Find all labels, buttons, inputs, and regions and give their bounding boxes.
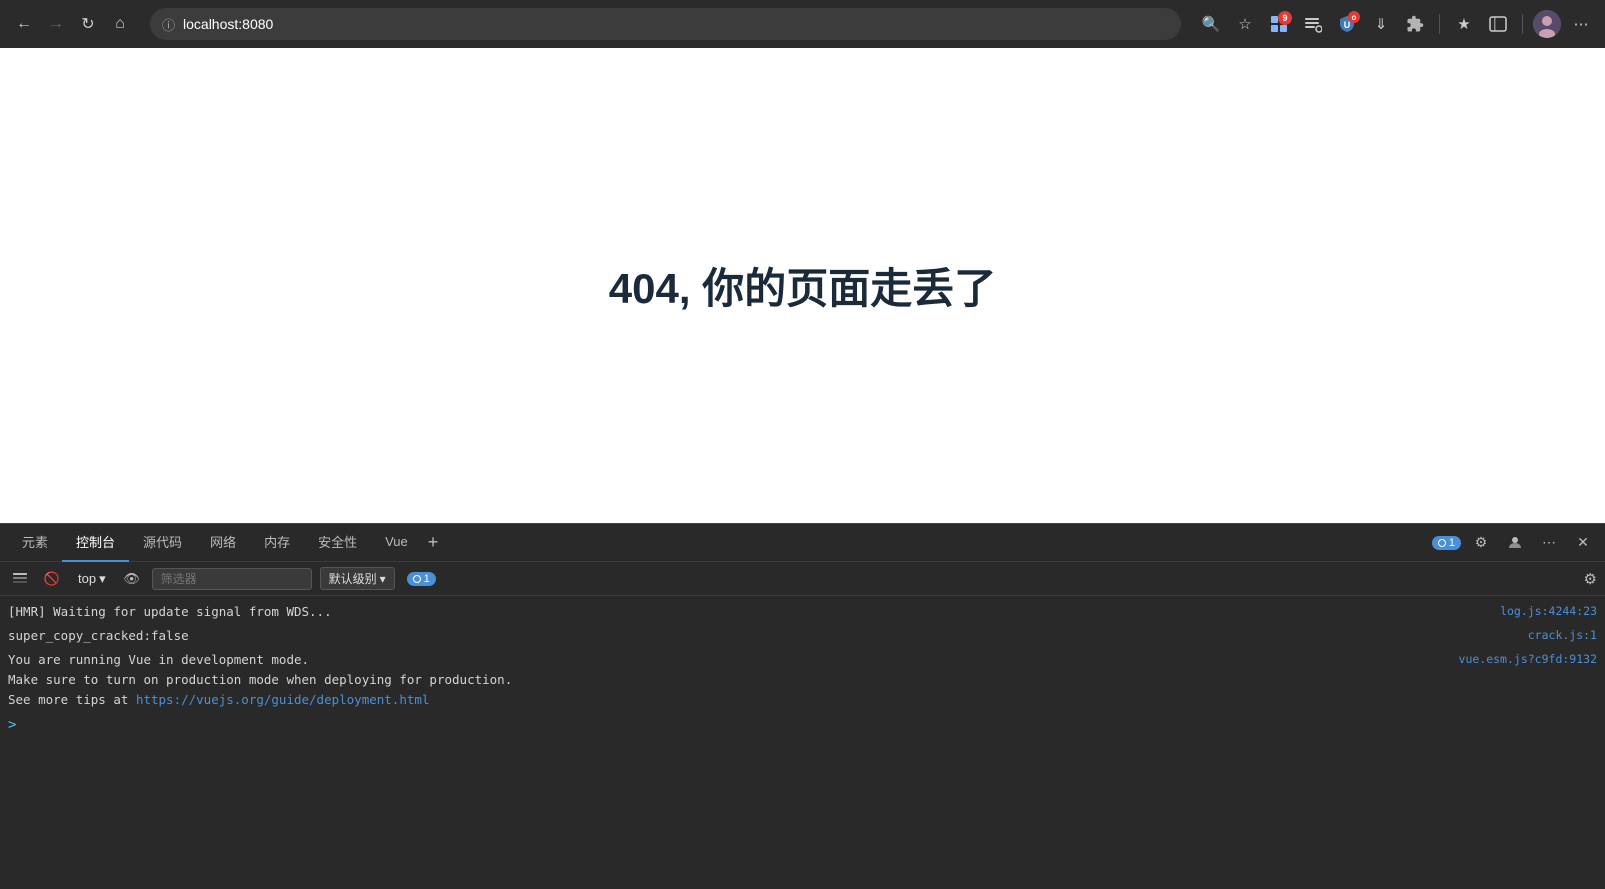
tab-console[interactable]: 控制台 [62,524,129,562]
forward-button[interactable]: → [42,10,70,38]
tab-memory[interactable]: 内存 [250,524,304,562]
page-content: 404, 你的页面走丢了 [0,48,1605,523]
url-text: localhost:8080 [183,16,1169,32]
divider2 [1522,14,1523,34]
download-icon[interactable]: ⇓ [1367,10,1395,38]
devtools-actions: 1 ⚙ ⋯ ✕ [1432,529,1597,557]
hmr-file[interactable]: log.js:4244:23 [1447,602,1597,620]
collections-icon[interactable]: ★ [1450,10,1478,38]
error-title: 404, 你的页面走丢了 [609,255,996,316]
no-entry-button[interactable]: 🚫 [40,567,64,591]
add-tab-button[interactable]: + [422,532,445,553]
devtools-close-button[interactable]: ✕ [1569,529,1597,557]
devtools-tabbar: 元素 控制台 源代码 网络 内存 安全性 Vue + 1 ⚙ ⋯ ✕ [0,524,1605,562]
crack-file[interactable]: crack.js:1 [1447,626,1597,644]
puzzle-icon[interactable] [1401,10,1429,38]
reload-button[interactable]: ↻ [74,10,102,38]
extensions-icon[interactable]: 9 [1265,10,1293,38]
toolbar-icons: 🔍 ☆ 9 U o ⇓ [1197,10,1595,38]
tab-security[interactable]: 安全性 [304,524,371,562]
shield-icon[interactable]: U o [1333,10,1361,38]
favorites-star-icon[interactable]: ☆ [1231,10,1259,38]
console-line-vue: You are running Vue in development mode.… [0,648,1605,712]
vue-link[interactable]: https://vuejs.org/guide/deployment.html [136,692,430,707]
vue-text: You are running Vue in development mode.… [8,650,1447,710]
hmr-text: [HMR] Waiting for update signal from WDS… [8,602,1447,622]
info-dot [1438,539,1446,547]
avatar-icon[interactable] [1533,10,1561,38]
level-arrow: ▾ [380,572,386,586]
console-toolbar: 🚫 top ▾ 👁 默认级别 ▾ 1 ⚙ [0,562,1605,596]
more-icon[interactable]: ⋯ [1567,10,1595,38]
level-selector[interactable]: 默认级别 ▾ [320,567,395,590]
console-output: [HMR] Waiting for update signal from WDS… [0,596,1605,886]
console-prompt-line: > [0,712,1605,738]
clear-console-button[interactable] [8,567,32,591]
nav-buttons: ← → ↻ ⌂ [10,10,134,38]
tab-vue[interactable]: Vue [371,524,422,562]
home-button[interactable]: ⌂ [106,10,134,38]
filter-input[interactable] [152,568,312,590]
console-info-dot [413,575,421,583]
context-label: top [78,571,96,586]
uo-badge: o [1348,11,1360,23]
vue-file[interactable]: vue.esm.js?c9fd:9132 [1447,650,1597,668]
level-label: 默认级别 [329,570,377,587]
sidebar-icon[interactable] [1484,10,1512,38]
tab-sources[interactable]: 源代码 [129,524,196,562]
tab-network[interactable]: 网络 [196,524,250,562]
eye-button[interactable]: 👁 [120,567,144,591]
console-info-count: 1 [424,573,430,585]
console-settings-icon[interactable]: ⚙ [1584,570,1597,588]
console-line-hmr: [HMR] Waiting for update signal from WDS… [0,600,1605,624]
address-bar[interactable]: ⓘ localhost:8080 [150,8,1181,40]
browser-chrome: ← → ↻ ⌂ ⓘ localhost:8080 🔍 ☆ 9 [0,0,1605,48]
info-count-badge[interactable]: 1 [1432,536,1461,550]
info-count-label: 1 [1449,537,1455,549]
crack-text: super_copy_cracked:false [8,626,1447,646]
info-icon: ⓘ [162,15,175,34]
devtools-user-button[interactable] [1501,529,1529,557]
devtools-more-button[interactable]: ⋯ [1535,529,1563,557]
prompt-symbol: > [8,714,16,736]
tab-search-icon[interactable] [1299,10,1327,38]
devtools-panel: 元素 控制台 源代码 网络 内存 安全性 Vue + 1 ⚙ ⋯ ✕ [0,523,1605,889]
context-selector[interactable]: top ▾ [72,569,112,589]
tab-elements[interactable]: 元素 [8,524,62,562]
console-line-crack: super_copy_cracked:false crack.js:1 [0,624,1605,648]
search-icon[interactable]: 🔍 [1197,10,1225,38]
console-info-badge: 1 [407,572,436,586]
dropdown-arrow: ▾ [99,571,106,587]
back-button[interactable]: ← [10,10,38,38]
devtools-settings-button[interactable]: ⚙ [1467,529,1495,557]
extensions-badge: 9 [1278,11,1292,25]
divider [1439,14,1440,34]
